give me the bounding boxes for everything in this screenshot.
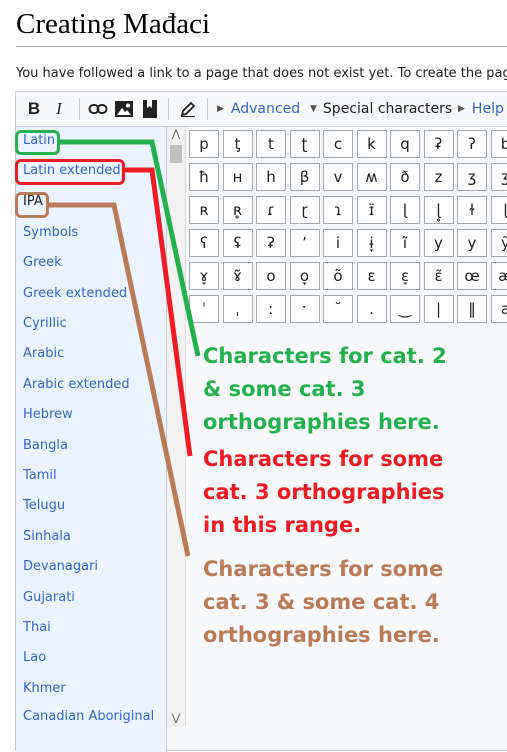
brown-annotation: Characters for some cat. 3 & some cat. 4… bbox=[203, 553, 443, 652]
ipa-highlight bbox=[15, 192, 49, 218]
red-annotation: Characters for some cat. 3 orthographies… bbox=[203, 443, 445, 542]
brown-connector bbox=[46, 205, 188, 556]
green-annotation: Characters for cat. 2 & some cat. 3 orth… bbox=[203, 340, 447, 439]
latin-highlight bbox=[15, 130, 60, 155]
latin-extended-highlight bbox=[15, 159, 125, 185]
